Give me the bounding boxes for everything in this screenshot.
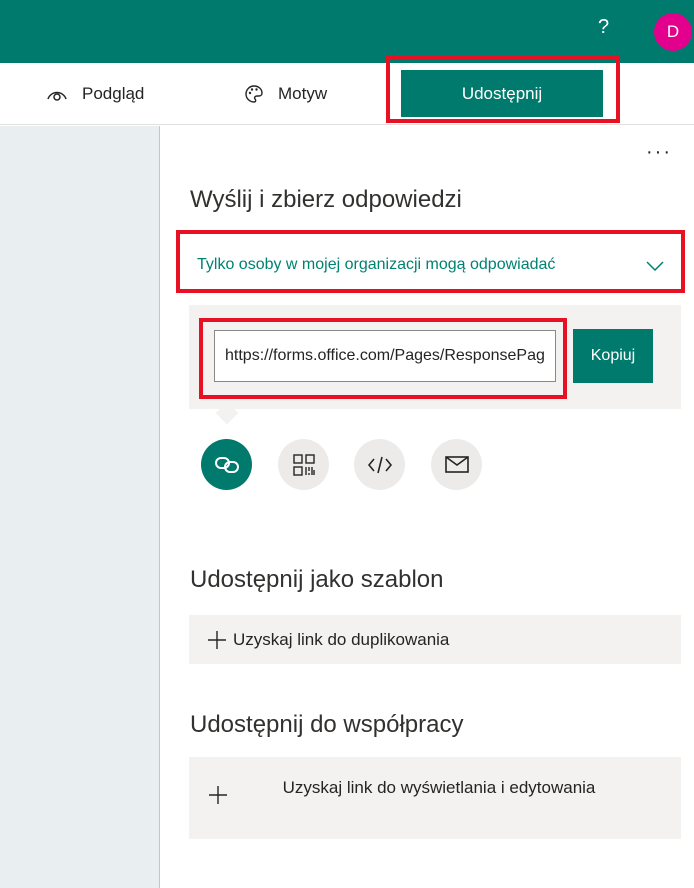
email-icon: [444, 456, 469, 473]
help-button[interactable]: ?: [598, 16, 609, 39]
plus-icon: [208, 630, 226, 649]
user-avatar[interactable]: D: [654, 13, 692, 51]
qr-code-icon: [292, 453, 315, 476]
get-duplicate-link-button[interactable]: Uzyskaj link do duplikowania: [189, 615, 681, 664]
palette-icon: [245, 85, 263, 103]
preview-label: Podgląd: [82, 84, 145, 103]
share-email-option[interactable]: [431, 439, 482, 490]
get-edit-link-button[interactable]: Uzyskaj link do wyświetlania i edytowani…: [189, 757, 681, 839]
share-qr-option[interactable]: [278, 439, 329, 490]
embed-code-icon: [367, 456, 392, 473]
left-panel: [0, 126, 160, 888]
share-embed-option[interactable]: [354, 439, 405, 490]
permission-dropdown[interactable]: Tylko osoby w mojej organizacji mogą odp…: [197, 256, 555, 274]
copy-button[interactable]: Kopiuj: [573, 329, 653, 383]
chevron-down-icon[interactable]: [646, 261, 664, 271]
collab-section-title: Udostępnij do współpracy: [190, 711, 464, 738]
app-header: ? D: [0, 0, 694, 63]
share-link-option[interactable]: [201, 439, 252, 490]
more-options-button[interactable]: ···: [646, 141, 672, 164]
plus-icon: [209, 786, 227, 804]
preview-button[interactable]: Podgląd: [46, 63, 144, 125]
edit-link-label: Uzyskaj link do wyświetlania i edytowani…: [282, 778, 596, 797]
theme-button[interactable]: Motyw: [244, 63, 327, 125]
template-section-title: Udostępnij jako szablon: [190, 566, 444, 593]
duplicate-link-label: Uzyskaj link do duplikowania: [233, 629, 450, 649]
send-section-title: Wyślij i zbierz odpowiedzi: [190, 186, 462, 213]
eye-icon: [47, 91, 67, 101]
share-tab-button[interactable]: Udostępnij: [401, 70, 603, 117]
share-url-input[interactable]: [214, 330, 556, 382]
theme-label: Motyw: [278, 84, 328, 103]
link-icon: [214, 456, 239, 473]
